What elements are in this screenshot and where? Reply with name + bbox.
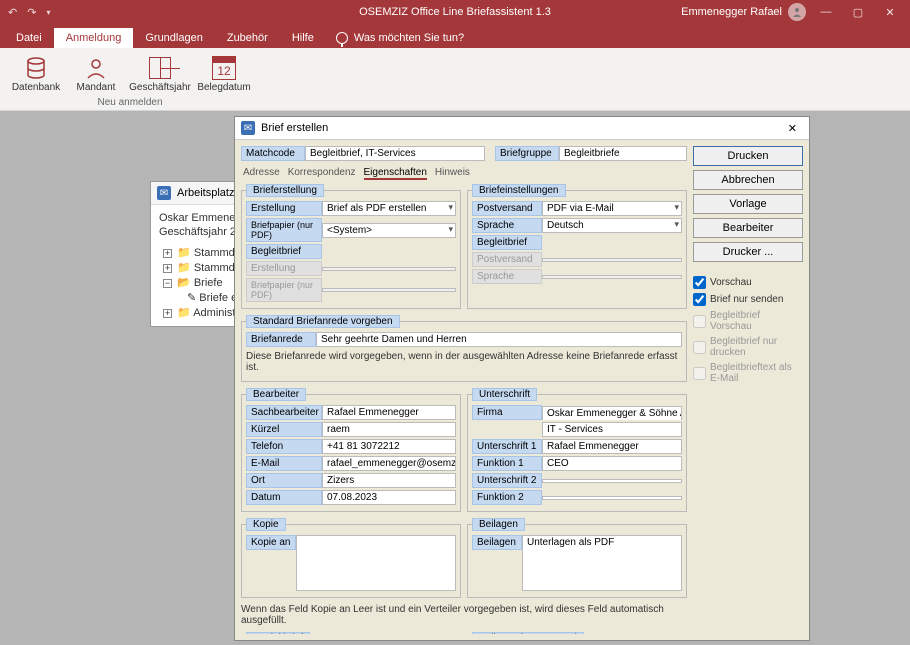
fieldset-beilagen: Beilagen BeilagenUnterlagen als PDF	[467, 518, 687, 598]
anrede-note: Diese Briefanrede wird vorgegeben, wenn …	[246, 349, 682, 377]
titlebar: ↶ ↷ ▾ OSEMZIZ Office Line Briefassistent…	[0, 0, 910, 24]
tab-datei[interactable]: Datei	[4, 28, 54, 48]
datum-input[interactable]: 07.08.2023	[322, 490, 456, 505]
tab-grundlagen[interactable]: Grundlagen	[133, 28, 215, 48]
close-button[interactable]: ✕	[878, 6, 902, 19]
folder-icon: 📁	[177, 262, 191, 274]
fieldset-pdf-datei: Beilage als PDF Datei Datei 1Gebaeude-Au…	[467, 632, 687, 634]
fieldset-begleitbrief: Begleitbrief Vorlage🔍✕ Variabel	[241, 632, 461, 634]
tab-hilfe[interactable]: Hilfe	[280, 28, 326, 48]
tab-adresse[interactable]: Adresse	[243, 167, 280, 180]
kopie-note: Wenn das Feld Kopie an Leer ist und ein …	[241, 602, 687, 630]
vorschau-checkbox[interactable]: Vorschau	[693, 276, 803, 289]
sprache2-combo	[542, 275, 682, 279]
dialog-brief-erstellen: ✉ Brief erstellen ✕ Matchcode Begleitbri…	[234, 116, 810, 641]
erstellung-combo[interactable]: Brief als PDF erstellen	[322, 201, 456, 216]
briefpapier2-combo	[322, 288, 456, 292]
ribbon-datenbank[interactable]: Datenbank	[8, 52, 64, 95]
tree-collapse-icon[interactable]: −	[163, 279, 172, 288]
abbrechen-button[interactable]: Abbrechen	[693, 170, 803, 190]
fieldset-unterschrift: Unterschrift FirmaOskar Emmenegger & Söh…	[467, 388, 687, 512]
mail-icon: ✉	[157, 186, 171, 200]
person-icon	[82, 54, 110, 82]
briefgruppe-input[interactable]: Begleitbriefe	[559, 146, 687, 161]
fieldset-brieferstellung: Brieferstellung ErstellungBrief als PDF …	[241, 184, 461, 309]
ort-input[interactable]: Zizers	[322, 473, 456, 488]
tab-anmeldung[interactable]: Anmeldung	[54, 28, 134, 48]
briefpapier-combo[interactable]: <System>	[322, 223, 456, 238]
funktion1-input[interactable]: CEO	[542, 456, 682, 471]
tab-korrespondenz[interactable]: Korrespondenz	[288, 167, 356, 180]
anrede-input[interactable]: Sehr geehrte Damen und Herren	[316, 332, 682, 347]
drucker-button[interactable]: Drucker ...	[693, 242, 803, 262]
ribbon-mandant[interactable]: Mandant	[68, 52, 124, 95]
grid-icon	[146, 54, 174, 82]
database-icon	[22, 54, 50, 82]
briefgruppe-label: Briefgruppe	[495, 146, 559, 161]
folder-open-icon: 📂	[177, 277, 191, 289]
user-label[interactable]: Emmenegger Rafael	[681, 3, 806, 21]
calendar-icon: 12	[210, 54, 238, 82]
bulb-icon	[336, 32, 348, 44]
folder-icon: 📁	[177, 307, 191, 319]
undo-icon[interactable]: ↶	[8, 6, 17, 19]
drucken-button[interactable]: Drucken	[693, 146, 803, 166]
email-input[interactable]: rafael_emmenegger@osemziz.ch	[322, 456, 456, 471]
ribbon-geschaeftsjahr[interactable]: Geschäftsjahr	[128, 52, 192, 95]
app-title: OSEMZIZ Office Line Briefassistent 1.3	[359, 6, 551, 18]
kopie-textarea[interactable]	[296, 535, 456, 591]
tab-hinweis[interactable]: Hinweis	[435, 167, 470, 180]
sach-input[interactable]: Rafael Emmenegger	[322, 405, 456, 420]
workspace-title: Arbeitsplatz	[177, 187, 234, 199]
tell-me[interactable]: Was möchten Sie tun?	[326, 28, 474, 48]
qat-more-icon[interactable]: ▾	[46, 8, 50, 17]
mail-icon: ✉	[241, 121, 255, 135]
beilagen-textarea[interactable]: Unterlagen als PDF	[522, 535, 682, 591]
folder-icon: 📁	[177, 247, 191, 259]
fieldset-briefeinstellungen: Briefeinstellungen PostversandPDF via E-…	[467, 184, 687, 309]
erstellung2-combo	[322, 267, 456, 271]
tree-expand-icon[interactable]: +	[163, 264, 172, 273]
funktion2-input[interactable]	[542, 496, 682, 500]
ribbon: Datenbank Mandant Geschäftsjahr 12 Beleg…	[0, 48, 910, 111]
close-icon[interactable]: ✕	[782, 122, 803, 135]
unterschrift2-input[interactable]	[542, 479, 682, 483]
dialog-title: Brief erstellen	[261, 122, 328, 134]
matchcode-input[interactable]: Begleitbrief, IT-Services	[305, 146, 485, 161]
minimize-button[interactable]: —	[814, 6, 838, 18]
begleit-vorschau-checkbox: Begleitbrief Vorschau	[693, 310, 803, 332]
form-tabs: Adresse Korrespondenz Eigenschaften Hinw…	[241, 163, 687, 182]
tree-expand-icon[interactable]: +	[163, 249, 172, 258]
senden-checkbox[interactable]: Brief nur senden	[693, 293, 803, 306]
postversand-combo[interactable]: PDF via E-Mail	[542, 201, 682, 216]
telefon-input[interactable]: +41 81 3072212	[322, 439, 456, 454]
vorlage-button[interactable]: Vorlage	[693, 194, 803, 214]
ribbon-belegdatum[interactable]: 12 Belegdatum	[196, 52, 252, 95]
dialog-side: Drucken Abbrechen Vorlage Bearbeiter Dru…	[693, 146, 803, 634]
tree-expand-icon[interactable]: +	[163, 309, 172, 318]
firma-input[interactable]: Oskar Emmenegger & Söhne AG	[542, 406, 682, 420]
begleit-drucken-checkbox: Begleitbrief nur drucken	[693, 336, 803, 358]
fieldset-bearbeiter: Bearbeiter SachbearbeiterRafael Emmenegg…	[241, 388, 461, 512]
avatar-icon	[788, 3, 806, 21]
ribbon-tabs: Datei Anmeldung Grundlagen Zubehör Hilfe…	[0, 24, 910, 48]
begleit-text-checkbox: Begleitbrieftext als E-Mail	[693, 362, 803, 384]
firma2-input[interactable]: IT - Services	[542, 422, 682, 437]
ribbon-group-label: Neu anmelden	[8, 97, 252, 108]
tab-zubehoer[interactable]: Zubehör	[215, 28, 280, 48]
kuerzel-input[interactable]: raem	[322, 422, 456, 437]
workspace: ✉ Arbeitsplatz Oskar Emmenegge Geschäfts…	[0, 111, 910, 645]
tab-eigenschaften[interactable]: Eigenschaften	[364, 167, 427, 180]
edit-icon: ✎	[187, 292, 196, 304]
postversand2-combo	[542, 258, 682, 262]
matchcode-label: Matchcode	[241, 146, 305, 161]
redo-icon[interactable]: ↷	[27, 6, 36, 19]
bearbeiter-button[interactable]: Bearbeiter	[693, 218, 803, 238]
fieldset-anrede: Standard Briefanrede vorgeben Briefanred…	[241, 315, 687, 382]
fieldset-kopie: Kopie Kopie an	[241, 518, 461, 598]
maximize-button[interactable]: ▢	[846, 6, 870, 19]
unterschrift1-input[interactable]: Rafael Emmenegger	[542, 439, 682, 454]
sprache-combo[interactable]: Deutsch	[542, 218, 682, 233]
